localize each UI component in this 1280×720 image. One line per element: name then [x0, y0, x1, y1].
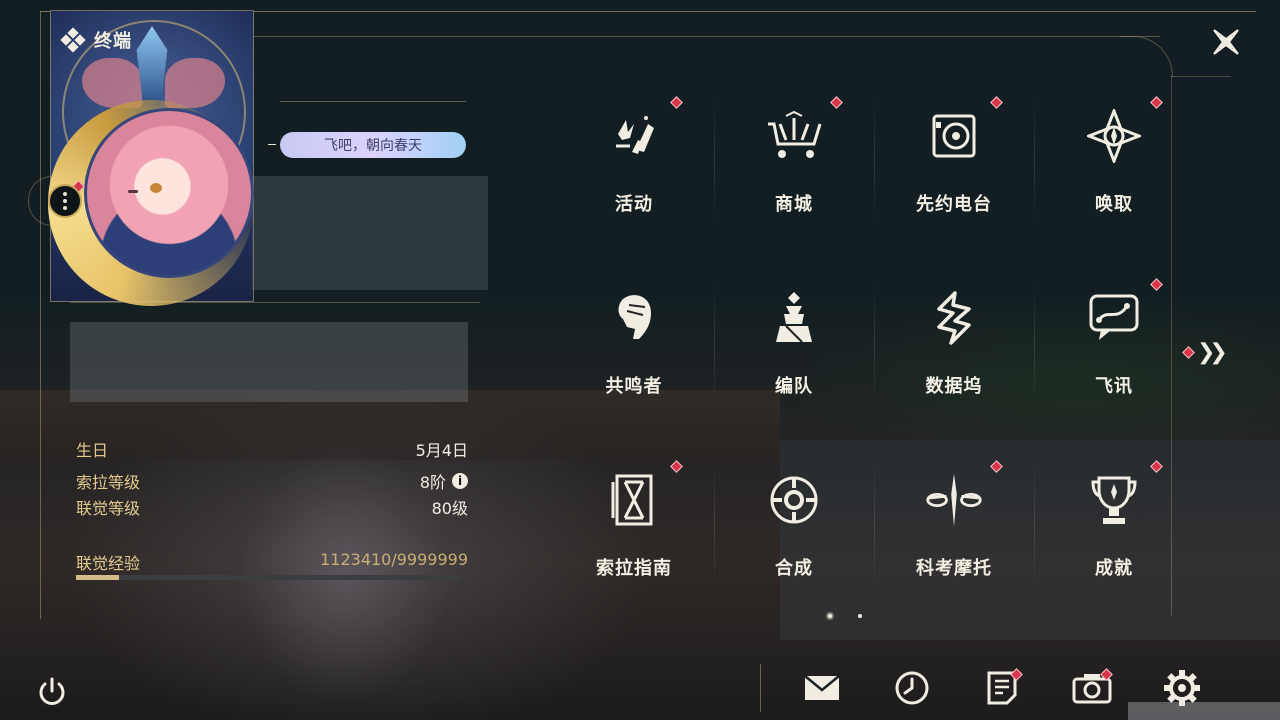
- stat-label: 索拉等级: [76, 473, 141, 492]
- page-dot-active[interactable]: [828, 614, 832, 618]
- menu-item-label: 数据坞: [925, 376, 983, 397]
- exp-value: 1123410/9999999: [320, 550, 468, 569]
- menu-item-label: 商城: [775, 194, 813, 215]
- camera-button[interactable]: [1072, 668, 1113, 708]
- stat-value: 80级: [431, 499, 468, 518]
- page-dot[interactable]: [858, 614, 862, 618]
- info-icon[interactable]: i: [452, 473, 468, 489]
- stat-value: 5月4日: [415, 441, 468, 460]
- data-bank-icon: [924, 288, 984, 348]
- menu-item-message[interactable]: 飞讯: [1034, 268, 1194, 438]
- menu-item-resonator[interactable]: 共鸣者: [554, 268, 714, 438]
- signature-banner[interactable]: 飞吧，朝向春天: [280, 132, 466, 158]
- exp-progress-fill: [76, 575, 120, 580]
- motorbike-icon: [924, 470, 984, 530]
- next-page-button[interactable]: ❯❯: [1182, 340, 1228, 365]
- more-options-button[interactable]: [48, 184, 82, 218]
- stat-label: 联觉等级: [76, 499, 141, 518]
- power-icon: [39, 677, 65, 705]
- double-chevron-right-icon: ❯❯: [1197, 340, 1228, 365]
- trophy-icon: [1084, 470, 1144, 530]
- divider: [280, 101, 466, 102]
- mail-button[interactable]: [802, 672, 842, 708]
- bottom-divider: [760, 664, 761, 712]
- menu-item-label: 先约电台: [916, 194, 992, 215]
- notification-badge: [1150, 460, 1163, 473]
- menu-item-label: 共鸣者: [605, 376, 663, 397]
- radio-icon: [924, 106, 984, 166]
- notification-badge: [670, 460, 683, 473]
- frame-line-right-top: [1171, 76, 1231, 77]
- exp-row: 联觉经验 1123410/9999999: [76, 550, 468, 574]
- bottom-blurred-text: [1128, 702, 1280, 720]
- stat-value: 8阶 i: [420, 469, 468, 493]
- clock-icon: [894, 670, 930, 710]
- signature-dash: [268, 144, 276, 145]
- frame-line-left: [40, 11, 41, 619]
- menu-item-motorbike[interactable]: 科考摩托: [874, 450, 1034, 620]
- avatar-eye: [128, 190, 138, 193]
- clock-button[interactable]: [892, 670, 932, 710]
- id-panel-blurred: [70, 322, 468, 402]
- profile-stats: 生日 5月4日 索拉等级 8阶 i 联觉等级 80级: [76, 436, 468, 520]
- avatar-eye: [150, 183, 162, 193]
- more-dot: [63, 206, 67, 210]
- menu-item-trophy[interactable]: 成就: [1034, 450, 1194, 620]
- menu-item-label: 合成: [775, 558, 813, 579]
- menu-item-synthesis[interactable]: 合成: [714, 450, 874, 620]
- menu-item-label: 活动: [615, 194, 653, 215]
- resonator-icon: [604, 288, 664, 348]
- menu-item-activity[interactable]: 活动: [554, 86, 714, 256]
- frame-line-inner: [252, 36, 1160, 37]
- menu-item-gacha[interactable]: 唤取: [1034, 86, 1194, 256]
- guidebook-icon: [604, 470, 664, 530]
- menu-item-label: 编队: [775, 376, 813, 397]
- next-page-badge: [1182, 346, 1195, 359]
- page-indicator: [828, 614, 862, 618]
- notes-button[interactable]: [982, 668, 1023, 708]
- diamond-grid-icon: [60, 27, 86, 53]
- menu-grid: 活动 商城 先约电台 唤取共鸣者 编队 数据坞 飞讯索拉指南 合成 科考摩托 成就: [554, 86, 1194, 596]
- notification-badge: [1150, 278, 1163, 291]
- gacha-icon: [1084, 106, 1144, 166]
- notification-badge: [990, 96, 1003, 109]
- avatar[interactable]: [84, 108, 254, 278]
- notification-badge: [830, 96, 843, 109]
- more-dot: [63, 192, 67, 196]
- page-title: 终端: [94, 31, 132, 52]
- signature-text: 飞吧，朝向春天: [324, 138, 422, 154]
- name-panel-blurred: [252, 176, 488, 290]
- mail-icon: [803, 674, 841, 706]
- menu-item-label: 唤取: [1095, 194, 1133, 215]
- stat-row-union-level: 联觉等级 80级: [76, 494, 468, 520]
- exp-label: 联觉经验: [76, 554, 141, 573]
- stat-row-sola-level: 索拉等级 8阶 i: [76, 468, 468, 494]
- notification-badge: [670, 96, 683, 109]
- menu-item-team[interactable]: 编队: [714, 268, 874, 438]
- menu-item-label: 科考摩托: [916, 558, 992, 579]
- menu-item-shop[interactable]: 商城: [714, 86, 874, 256]
- stat-row-birthday: 生日 5月4日: [76, 436, 468, 462]
- stat-label: 生日: [76, 441, 109, 460]
- menu-item-radio[interactable]: 先约电台: [874, 86, 1034, 256]
- notification-badge: [1150, 96, 1163, 109]
- team-icon: [764, 288, 824, 348]
- page-header: 终端: [60, 27, 132, 53]
- divider: [70, 302, 480, 303]
- menu-item-label: 成就: [1095, 558, 1133, 579]
- menu-item-guidebook[interactable]: 索拉指南: [554, 450, 714, 620]
- close-button[interactable]: [1206, 22, 1246, 62]
- more-dot: [63, 199, 67, 203]
- synthesis-icon: [764, 470, 824, 530]
- power-button[interactable]: [34, 674, 70, 710]
- menu-item-data-bank[interactable]: 数据坞: [874, 268, 1034, 438]
- menu-item-label: 飞讯: [1095, 376, 1133, 397]
- menu-item-label: 索拉指南: [596, 558, 672, 579]
- activity-icon: [604, 106, 664, 166]
- exp-progress-bar: [76, 575, 460, 580]
- message-icon: [1084, 288, 1144, 348]
- shop-icon: [764, 106, 824, 166]
- notification-badge: [990, 460, 1003, 473]
- close-icon: [1213, 29, 1239, 55]
